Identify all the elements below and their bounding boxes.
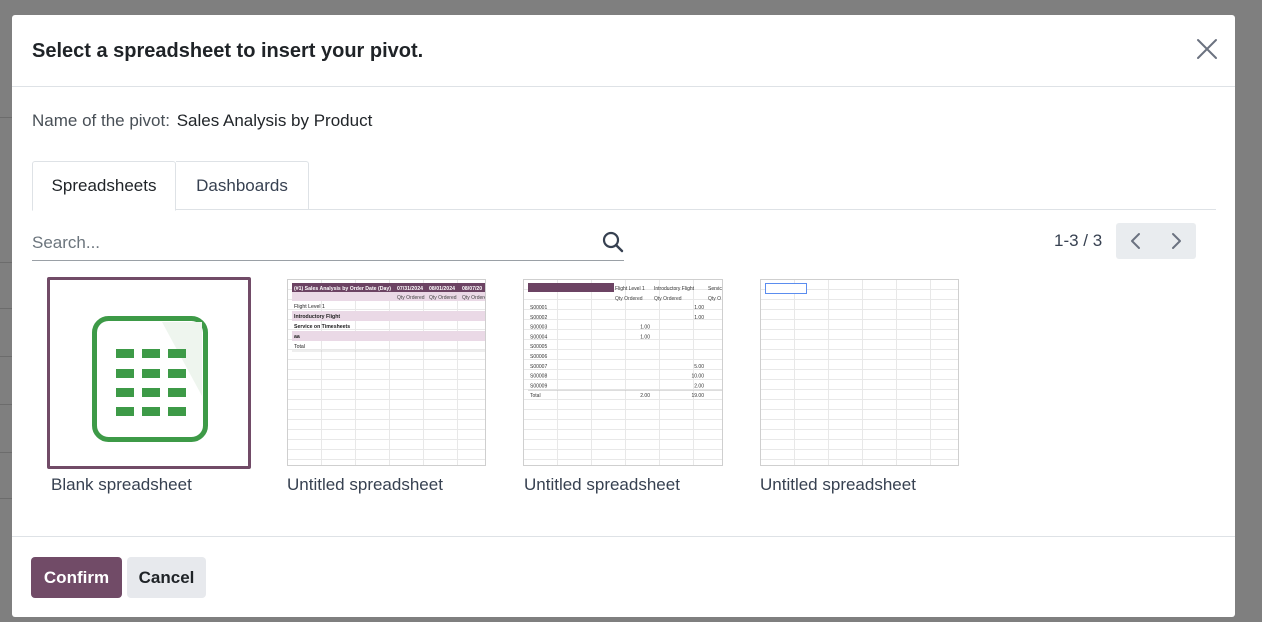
thumb-measure: Qty Ordered [654, 296, 682, 302]
dialog-title: Select a spreadsheet to insert your pivo… [32, 40, 424, 62]
thumb-measure: Qty Ordered [615, 296, 643, 302]
thumb-row-label: S00003 [530, 325, 547, 331]
spreadsheet-thumbnail[interactable] [760, 279, 959, 466]
thumb-row: Flight Level 1 [294, 304, 325, 310]
search-input[interactable] [32, 227, 592, 259]
spreadsheet-thumbnail[interactable] [47, 277, 251, 469]
pager-next-button[interactable] [1156, 223, 1196, 259]
chevron-left-icon [1131, 233, 1140, 249]
thumbnail-pivot-table: (#1) Sales Analysis by Order Date (Day) … [292, 283, 486, 352]
chevron-right-icon [1172, 233, 1181, 249]
thumb-row: Introductory Flight [294, 314, 340, 320]
spreadsheet-grid-icon [92, 316, 208, 442]
search-bar [32, 227, 624, 261]
thumb-row-label: S00008 [530, 374, 547, 380]
thumb-row: Total [294, 344, 305, 350]
thumb-measure: Qty Ordered [397, 295, 425, 301]
tab-spreadsheets[interactable]: Spreadsheets [32, 161, 176, 211]
thumb-date: 07/31/2024 [397, 286, 423, 292]
thumb-row-label: S00005 [530, 344, 547, 350]
dialog-footer: Confirm Cancel [12, 536, 1235, 617]
thumb-row-value: 1.00 [640, 334, 650, 340]
thumb-row-label: S00004 [530, 334, 547, 340]
thumb-date: 08/07/20 [462, 286, 482, 292]
thumb-row: Service on Timesheets [294, 324, 350, 330]
thumb-header: Introductory Flight [654, 286, 695, 292]
thumb-date: 08/01/2024 [429, 286, 455, 292]
thumb-header: Flight Level 1 [615, 286, 645, 292]
card-label: Untitled spreadsheet [760, 475, 916, 494]
thumb-header: Servic [708, 286, 722, 292]
cancel-button[interactable]: Cancel [127, 557, 206, 598]
pivot-name-row: Name of the pivot: Sales Analysis by Pro… [32, 111, 372, 131]
thumb-measure: Qty Ordered [429, 295, 457, 301]
search-icon[interactable] [602, 231, 624, 253]
thumb-row-label: S00001 [530, 305, 547, 311]
thumb-row-label: Total [530, 393, 541, 399]
thumbnail-grid [761, 280, 958, 465]
card-label: Blank spreadsheet [51, 475, 192, 494]
thumb-row-value: 2.00 [694, 383, 704, 389]
spreadsheet-thumbnail[interactable]: (#1) Sales Analysis by Order Date (Day) … [287, 279, 486, 466]
thumb-row-value: 10.00 [691, 374, 704, 380]
thumb-row-label: S00007 [530, 364, 547, 370]
thumb-row: aa [294, 334, 300, 340]
thumbnail-selected-cell [765, 283, 807, 294]
thumb-row-value: 1.00 [694, 315, 704, 321]
pager-previous-button[interactable] [1116, 223, 1156, 259]
confirm-button[interactable]: Confirm [31, 557, 122, 598]
thumb-measure: Qty Ordered [462, 295, 486, 301]
thumb-row-value: 5.00 [694, 364, 704, 370]
thumb-row-value: 1.00 [640, 325, 650, 331]
card-label: Untitled spreadsheet [287, 475, 443, 494]
thumb-row-label: S00009 [530, 383, 547, 389]
thumb-row-value: 2.00 [640, 393, 650, 399]
dialog-header: Select a spreadsheet to insert your pivo… [12, 15, 1235, 87]
close-button[interactable] [1195, 37, 1219, 61]
thumb-measure: Qty O [708, 296, 721, 302]
thumb-title: (#1) Sales Analysis by Order Date (Day) [294, 286, 391, 292]
thumb-row-label: S00006 [530, 354, 547, 360]
thumb-row-value: 19.00 [691, 393, 704, 399]
pager-value: 1-3 / 3 [1054, 231, 1103, 250]
tab-bar: Spreadsheets Dashboards [32, 161, 1216, 211]
thumbnail-pivot-table: Flight Level 1 Introductory Flight Servi… [528, 283, 722, 399]
insert-pivot-dialog: Select a spreadsheet to insert your pivo… [12, 15, 1235, 617]
tab-dashboards[interactable]: Dashboards [176, 161, 309, 210]
pivot-name-value: Sales Analysis by Product [176, 111, 373, 130]
card-label: Untitled spreadsheet [524, 475, 680, 494]
thumb-row-value: 1.00 [694, 305, 704, 311]
pivot-name-label: Name of the pivot: [32, 111, 170, 130]
thumbnail-rows: S00001 1.00 S00002 1.00 S00003 1.00 S00004 1.00… [528, 305, 722, 399]
close-icon [1197, 39, 1217, 59]
spreadsheet-thumbnail[interactable]: Flight Level 1 Introductory Flight Servi… [523, 279, 723, 466]
thumb-row-label: S00002 [530, 315, 547, 321]
